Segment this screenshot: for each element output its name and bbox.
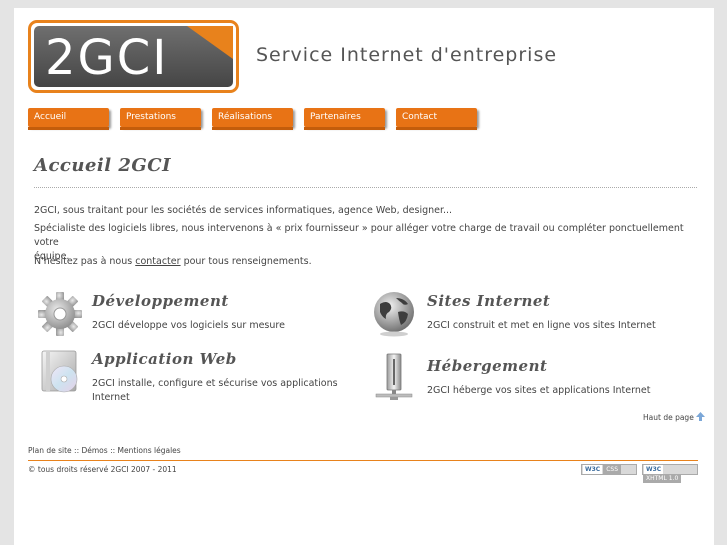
feature-app-desc-line-2: Internet	[92, 392, 130, 403]
footer-sitemap-link[interactable]: Plan de site	[28, 446, 72, 455]
feature-sites-desc: 2GCI construit et met en ligne vos sites…	[427, 320, 656, 331]
w3c-css-badge[interactable]: W3C CSS	[581, 464, 637, 475]
footer-legal-link[interactable]: Mentions légales	[118, 446, 181, 455]
xhtml-badge-label: XHTML 1.0	[643, 474, 682, 483]
contact-link[interactable]: contacter	[135, 256, 180, 267]
w3c-xhtml-badge[interactable]: W3CXHTML 1.0	[642, 464, 698, 483]
cd-icon	[36, 348, 86, 398]
feature-host-desc: 2GCI héberge vos sites et applications I…	[427, 385, 651, 396]
nav-partenaires[interactable]: Partenaires	[304, 108, 385, 130]
intro-text: 2GCI, sous traitant pour les sociétés de…	[34, 205, 453, 216]
w3c-logo-text: W3C	[583, 465, 603, 474]
footer-separator: ::	[71, 446, 82, 455]
gear-icon	[36, 290, 86, 340]
feature-dev-title[interactable]: Développement	[92, 292, 229, 310]
css-badge-label: CSS	[603, 465, 622, 474]
contact-prefix: N'hésitez pas à nous	[34, 256, 136, 267]
w3c-logo-text: W3C	[644, 465, 664, 474]
feature-dev-desc: 2GCI développe vos logiciels sur mesure	[92, 320, 285, 331]
footer-links: Plan de site :: Démos :: Mentions légale…	[28, 446, 181, 455]
contact-suffix: pour tous renseignements.	[180, 256, 312, 267]
server-icon	[374, 353, 424, 403]
footer-demos-link[interactable]: Démos	[81, 446, 107, 455]
nav-accueil[interactable]: Accueil	[28, 108, 109, 130]
contact-text: N'hésitez pas à nous contacter pour tous…	[34, 255, 684, 269]
page: 2GCI Service Internet d'entreprise Accue…	[14, 8, 714, 545]
footer-separator: ::	[107, 446, 118, 455]
arrow-up-icon	[696, 412, 706, 421]
nav-realisations[interactable]: Réalisations	[212, 108, 293, 130]
feature-host-title[interactable]: Hébergement	[427, 357, 547, 375]
feature-sites-title[interactable]: Sites Internet	[427, 292, 550, 310]
logo[interactable]: 2GCI	[28, 20, 239, 93]
specialist-line-1: Spécialiste des logiciels libres, nous i…	[34, 223, 684, 248]
back-to-top-label: Haut de page	[643, 413, 694, 422]
title-divider	[34, 187, 697, 188]
page-title: Accueil 2GCI	[34, 155, 172, 176]
tagline: Service Internet d'entreprise	[256, 44, 558, 66]
globe-icon	[370, 290, 420, 340]
back-to-top-link[interactable]: Haut de page	[643, 412, 706, 422]
feature-app-desc: 2GCI installe, configure et sécurise vos…	[92, 377, 338, 405]
copyright: © tous droits réservé 2GCI 2007 - 2011	[28, 465, 177, 474]
feature-app-title[interactable]: Application Web	[92, 350, 237, 368]
logo-text: 2GCI	[45, 30, 169, 86]
feature-app-desc-line-1: 2GCI installe, configure et sécurise vos…	[92, 378, 338, 389]
nav-prestations[interactable]: Prestations	[120, 108, 201, 130]
footer-divider	[28, 460, 698, 461]
nav-contact[interactable]: Contact	[396, 108, 477, 130]
